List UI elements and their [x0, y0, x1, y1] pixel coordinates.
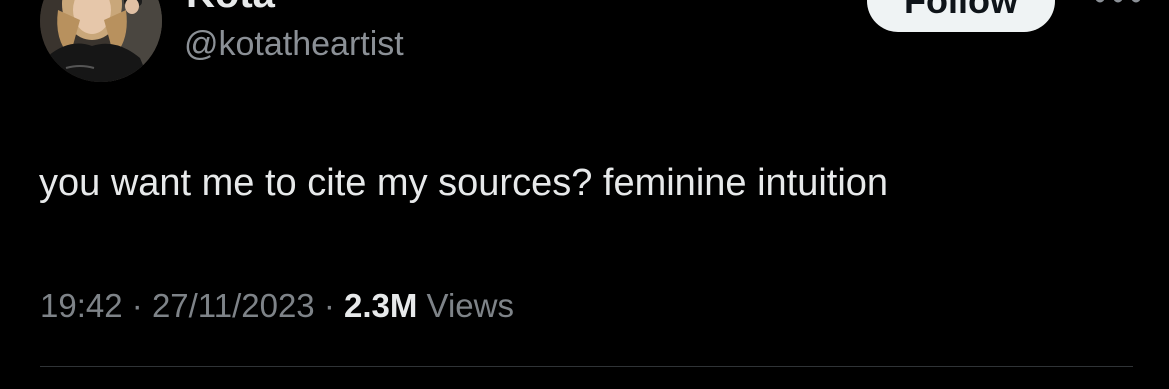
views-label: Views	[426, 287, 514, 324]
avatar[interactable]	[40, 0, 162, 82]
tweet-meta: 19:42 · 27/11/2023 · 2.3M Views	[40, 289, 514, 322]
tweet-time[interactable]: 19:42	[40, 287, 123, 324]
meta-separator: ·	[323, 287, 335, 324]
more-horizontal-icon[interactable]	[1088, 0, 1148, 10]
author-handle[interactable]: @kotatheartist	[184, 27, 404, 61]
follow-button[interactable]: Follow	[867, 0, 1055, 32]
tweet-card: Kota @kotatheartist Follow you want me t…	[0, 0, 1169, 389]
divider	[40, 366, 1133, 367]
meta-separator: ·	[131, 287, 143, 324]
tweet-date[interactable]: 27/11/2023	[152, 287, 315, 324]
views-count[interactable]: 2.3M	[344, 287, 417, 324]
author-display-name[interactable]: Kota	[186, 0, 275, 14]
profile-photo-icon	[40, 0, 162, 82]
tweet-text: you want me to cite my sources? feminine…	[39, 162, 889, 204]
